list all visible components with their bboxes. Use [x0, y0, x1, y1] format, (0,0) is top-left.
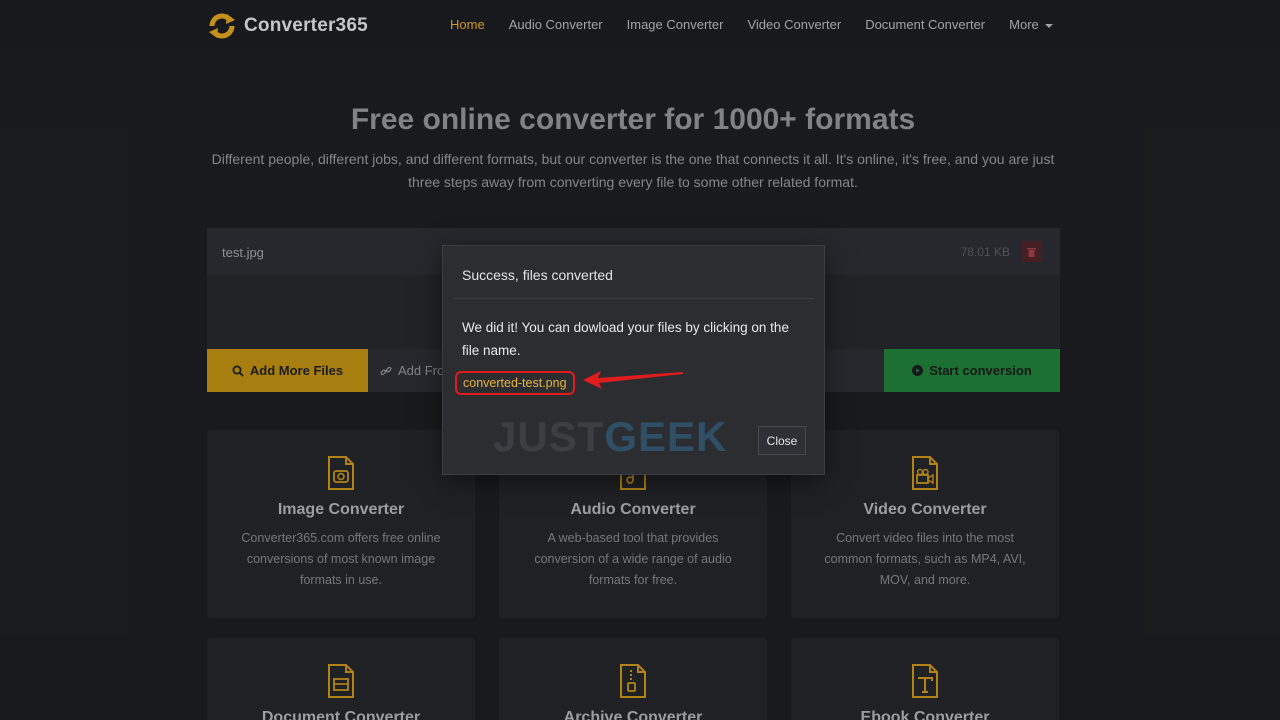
play-circle-icon	[912, 365, 924, 376]
nav-video-converter[interactable]: Video Converter	[747, 17, 841, 32]
caret-down-icon	[1044, 23, 1053, 28]
main-menu: Home Audio Converter Image Converter Vid…	[450, 17, 1077, 32]
file-name: test.jpg	[222, 245, 264, 260]
file-size: 78.01 KB	[960, 245, 1010, 259]
watermark-part1: JUST	[493, 413, 605, 460]
hero-title: Free online converter for 1000+ formats	[350, 103, 916, 136]
start-conversion-button[interactable]: Start conversion	[884, 349, 1060, 392]
card-title: Document Converter	[261, 709, 421, 720]
document-file-icon	[328, 664, 354, 698]
card-title: Audio Converter	[570, 501, 696, 518]
justgeek-watermark: JUSTGEEK	[493, 416, 727, 458]
card-archive-converter[interactable]: Archive Converter	[499, 638, 767, 720]
card-ebook-converter[interactable]: Ebook Converter	[791, 638, 1059, 720]
card-image-converter[interactable]: Image Converter Converter365.com offers …	[207, 430, 475, 618]
top-navbar: Converter365 Home Audio Converter Image …	[0, 0, 1280, 52]
dialog-title: Success, files converted	[462, 267, 613, 283]
dialog-message: We did it! You can dowload your files by…	[462, 320, 789, 358]
search-icon	[232, 365, 244, 377]
brand-logo[interactable]: Converter365	[206, 10, 368, 42]
image-file-icon	[328, 456, 354, 490]
dialog-divider	[453, 298, 814, 299]
converted-file-link[interactable]: converted-test.png	[455, 371, 575, 395]
watermark-part2: GEEK	[604, 413, 728, 460]
nav-image-converter[interactable]: Image Converter	[627, 17, 724, 32]
card-document-converter[interactable]: Document Converter	[207, 638, 475, 720]
card-title: Image Converter	[277, 501, 405, 518]
archive-file-icon	[620, 664, 646, 698]
add-from-label: Add Fro	[398, 363, 445, 378]
card-description: Converter365.com offers free online conv…	[241, 531, 441, 587]
card-title: Archive Converter	[563, 709, 703, 720]
close-button[interactable]: Close	[758, 426, 806, 455]
nav-more-dropdown[interactable]: More	[1009, 17, 1053, 32]
card-title: Video Converter	[863, 501, 987, 518]
card-title: Ebook Converter	[860, 709, 990, 720]
brand-name: Converter365	[244, 15, 368, 36]
card-video-converter[interactable]: Video Converter Convert video files into…	[791, 430, 1059, 618]
card-description: A web-based tool that provides conversio…	[534, 531, 732, 587]
add-more-files-label: Add More Files	[249, 363, 344, 378]
trash-icon	[1027, 247, 1036, 257]
success-dialog: Success, files converted We did it! You …	[442, 245, 825, 475]
nav-home[interactable]: Home	[450, 17, 485, 32]
nav-audio-converter[interactable]: Audio Converter	[509, 17, 603, 32]
start-conversion-label: Start conversion	[929, 363, 1032, 378]
nav-more-label: More	[1009, 17, 1039, 32]
delete-file-button[interactable]	[1021, 241, 1042, 262]
add-more-files-button[interactable]: Add More Files	[207, 349, 368, 392]
ebook-file-icon	[912, 664, 938, 698]
card-description: Convert video files into the most common…	[824, 531, 1026, 587]
link-icon	[380, 366, 392, 375]
hero-subtitle: Different people, different jobs, and di…	[211, 151, 1055, 190]
nav-document-converter[interactable]: Document Converter	[865, 17, 985, 32]
video-file-icon	[912, 456, 938, 490]
refresh-logo-icon	[209, 13, 235, 39]
red-arrow-annotation-icon	[583, 371, 683, 389]
